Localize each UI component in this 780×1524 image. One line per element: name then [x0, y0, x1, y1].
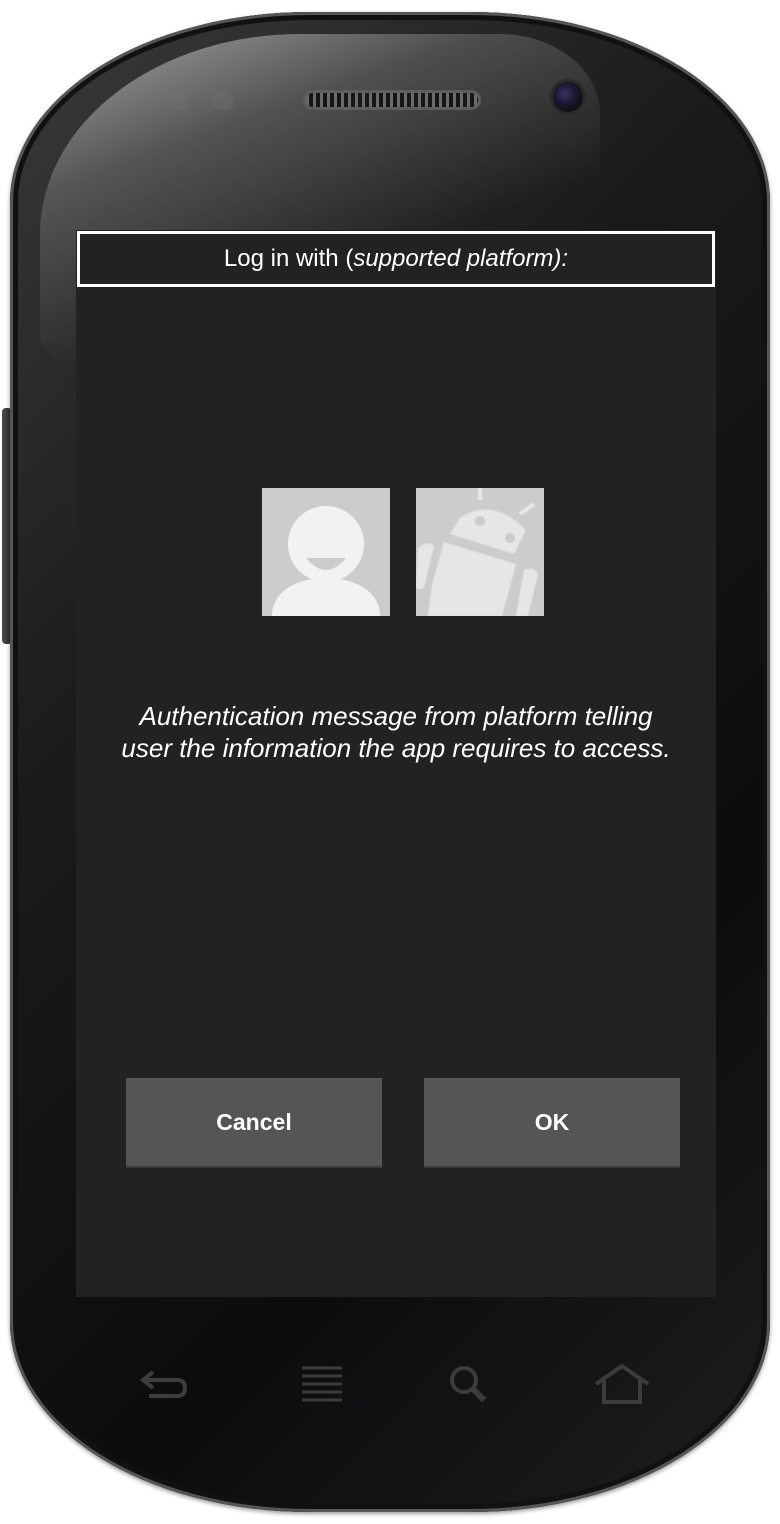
dialog-title-platform: supported platform): [353, 245, 569, 272]
user-avatar-icon [262, 488, 390, 616]
earpiece-speaker [303, 90, 481, 110]
screen: Log in with (supported platform): Authen… [76, 230, 716, 1297]
menu-icon[interactable] [292, 1360, 352, 1410]
cancel-button[interactable]: Cancel [126, 1078, 382, 1166]
proximity-sensor [166, 92, 188, 110]
light-sensor [212, 92, 234, 110]
auth-message: Authentication message from platform tel… [121, 701, 671, 763]
android-icon [415, 488, 544, 617]
dialog-title-prefix: Log in with ( [223, 245, 354, 272]
search-icon[interactable] [438, 1360, 498, 1410]
dialog-title: Log in with (supported platform): [77, 231, 715, 287]
ok-button[interactable]: OK [424, 1078, 680, 1166]
home-icon[interactable] [592, 1360, 652, 1410]
front-camera [553, 82, 583, 112]
back-icon[interactable] [133, 1360, 193, 1410]
